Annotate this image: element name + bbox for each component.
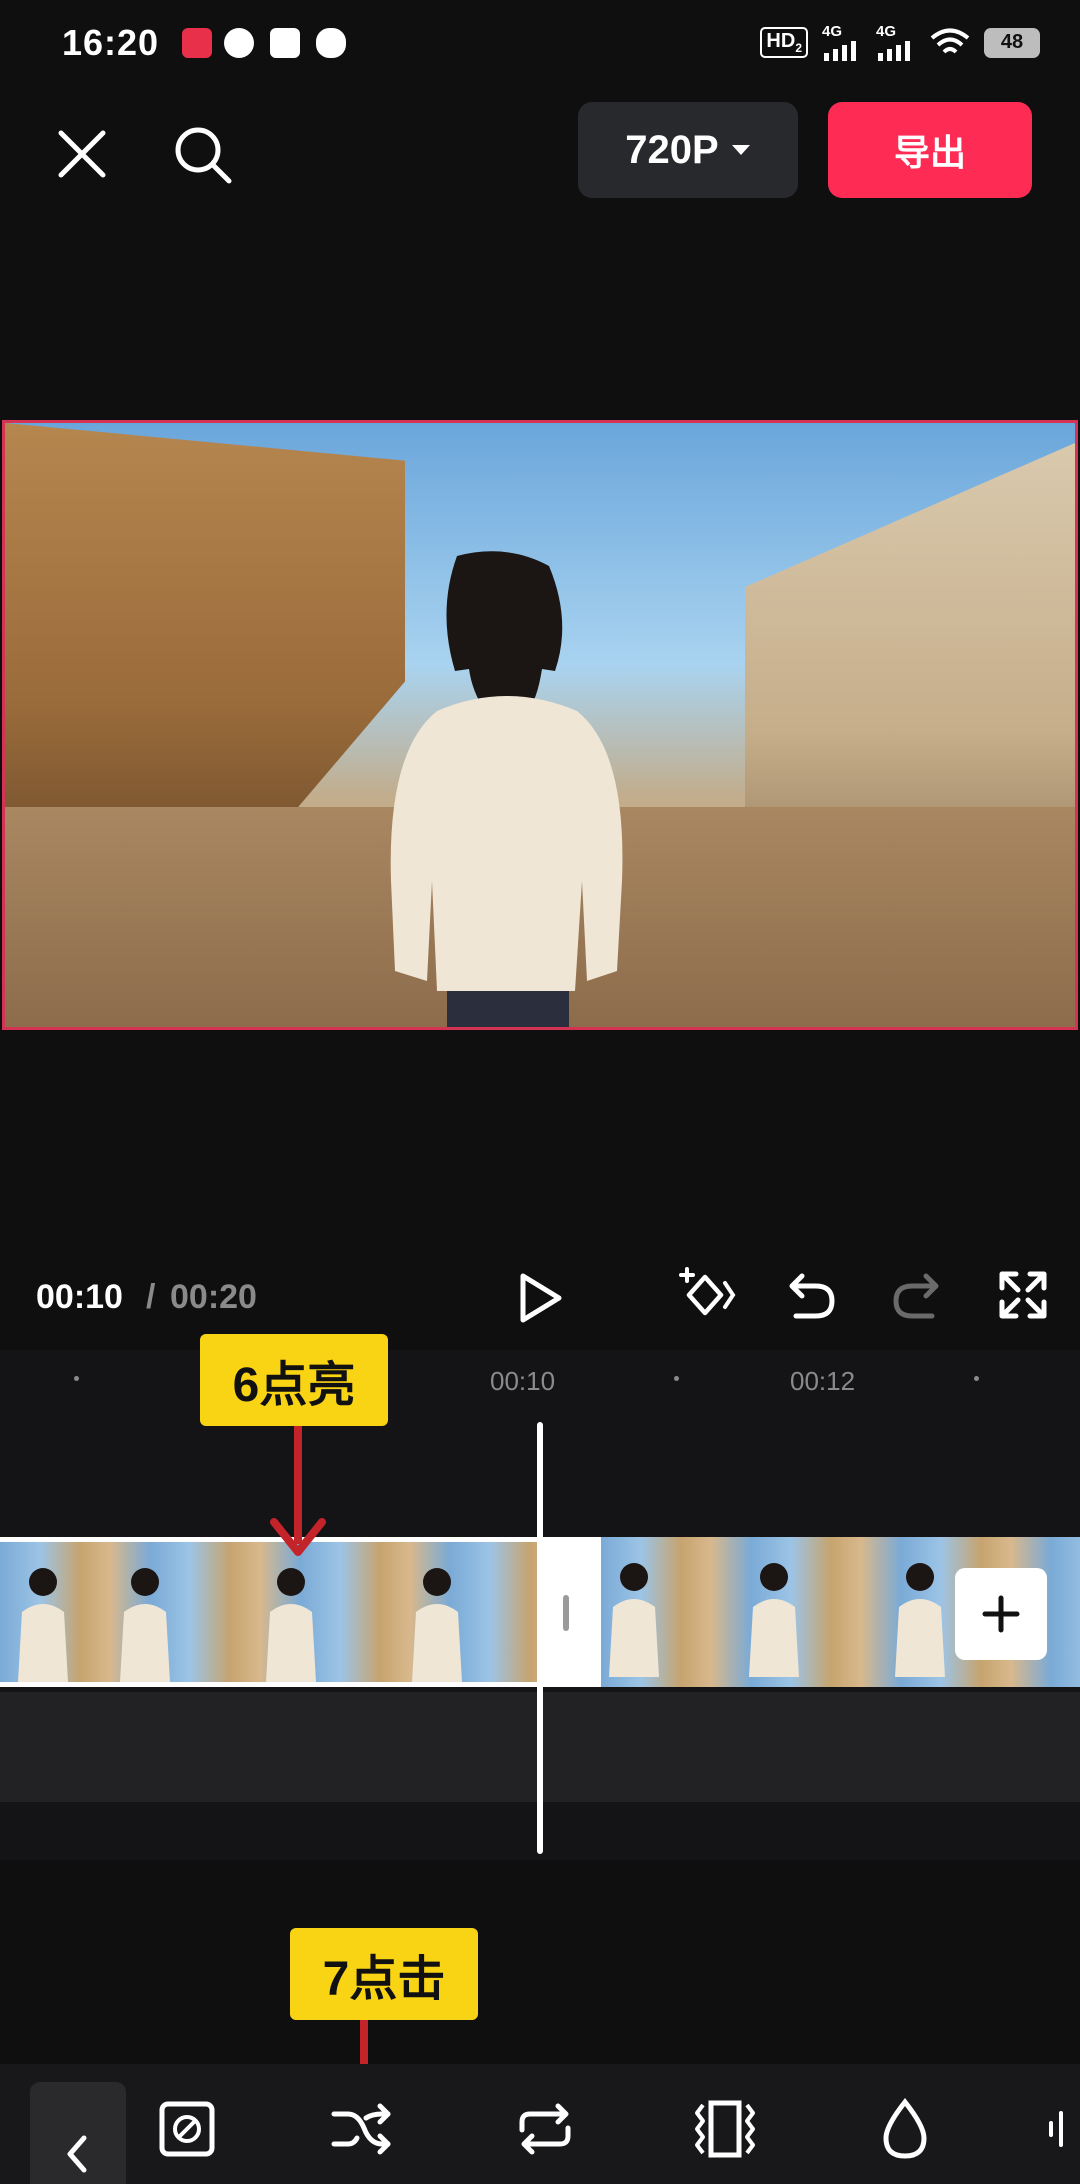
add-icon bbox=[982, 1595, 1020, 1633]
hd-badge: HD2 bbox=[760, 27, 808, 58]
redo-button[interactable] bbox=[884, 1262, 950, 1328]
scene-person bbox=[390, 551, 623, 1027]
drop-tool[interactable] bbox=[870, 2094, 940, 2164]
fullscreen-button[interactable] bbox=[990, 1262, 1056, 1328]
signal-label: 4G bbox=[822, 23, 843, 40]
ruler-dot bbox=[974, 1376, 979, 1381]
annotation-step7: 7点击 bbox=[290, 1928, 478, 2020]
stretch-icon bbox=[695, 2100, 755, 2158]
redo-icon bbox=[893, 1273, 939, 1319]
clip-thumbnail bbox=[258, 1552, 324, 1682]
shuffle-icon bbox=[331, 2103, 391, 2155]
back-button[interactable] bbox=[30, 2082, 126, 2184]
wifi-icon bbox=[930, 28, 970, 53]
playback-bar: 00:10 / 00:20 bbox=[0, 1250, 1080, 1340]
export-button[interactable]: 导出 bbox=[828, 102, 1032, 198]
close-icon bbox=[58, 130, 106, 178]
bottom-toolbar bbox=[0, 2064, 1080, 2184]
more-tool[interactable] bbox=[1040, 2094, 1080, 2164]
ruler-dot bbox=[74, 1376, 79, 1381]
annotation-arrow bbox=[270, 1426, 326, 1556]
shuffle-tool[interactable] bbox=[326, 2094, 396, 2164]
resolution-dropdown[interactable]: 720P bbox=[578, 102, 798, 198]
back-icon bbox=[67, 2135, 87, 2173]
editor-top-bar: 720P 导出 bbox=[0, 100, 1080, 200]
drop-icon bbox=[883, 2098, 927, 2159]
add-clip-button[interactable] bbox=[955, 1568, 1047, 1660]
battery-indicator: 48 bbox=[984, 27, 1040, 58]
app-notification-icon bbox=[224, 28, 254, 58]
signal-label: 4G bbox=[876, 23, 897, 40]
fullscreen-icon bbox=[999, 1271, 1047, 1319]
signal-bars-icon bbox=[878, 41, 910, 61]
signal-group-2: 4G bbox=[876, 24, 916, 61]
ruler-label: 00:10 bbox=[490, 1366, 556, 1396]
app-notification-icon bbox=[182, 28, 212, 58]
annotation-step6: 6点亮 bbox=[200, 1334, 388, 1426]
audio-wave-icon bbox=[1049, 2111, 1063, 2147]
close-button[interactable] bbox=[50, 122, 114, 186]
search-button[interactable] bbox=[168, 120, 238, 190]
clip-thumbnail bbox=[741, 1547, 807, 1677]
caret-down-icon bbox=[731, 145, 750, 155]
no-fill-tool[interactable] bbox=[152, 2094, 222, 2164]
status-indicators: HD2 4G 4G 48 bbox=[760, 24, 1040, 61]
signal-group-1: 4G bbox=[822, 24, 862, 61]
resolution-label: 720P bbox=[625, 127, 719, 172]
stretch-tool[interactable] bbox=[690, 2094, 760, 2164]
search-icon bbox=[175, 127, 232, 184]
signal-bars-icon bbox=[824, 41, 856, 61]
status-bar: 16:20 HD2 4G 4G 48 bbox=[0, 0, 1080, 90]
clip-thumbnail bbox=[10, 1552, 76, 1682]
clip-thumbnail bbox=[887, 1547, 953, 1677]
clip-thumbnail bbox=[601, 1547, 667, 1677]
play-icon bbox=[520, 1273, 562, 1323]
total-time: 00:20 bbox=[170, 1278, 257, 1316]
keyframe-icon bbox=[679, 1267, 736, 1316]
clip-thumbnail bbox=[404, 1552, 470, 1682]
video-preview[interactable] bbox=[2, 420, 1078, 1030]
time-separator: / bbox=[146, 1278, 156, 1316]
ruler-label: 00:12 bbox=[790, 1366, 856, 1396]
undo-icon bbox=[789, 1273, 835, 1319]
undo-button[interactable] bbox=[778, 1262, 844, 1328]
app-notification-icon bbox=[270, 28, 300, 58]
no-fill-icon bbox=[159, 2101, 215, 2157]
keyframe-button[interactable] bbox=[670, 1260, 740, 1330]
play-button[interactable] bbox=[510, 1268, 570, 1328]
status-time: 16:20 bbox=[62, 22, 160, 63]
clip-thumbnail bbox=[112, 1552, 178, 1682]
loop-tool[interactable] bbox=[510, 2094, 580, 2164]
ruler-dot bbox=[674, 1376, 679, 1381]
playhead[interactable] bbox=[537, 1422, 543, 1854]
wechat-icon bbox=[316, 28, 346, 58]
loop-icon bbox=[519, 2103, 571, 2155]
clip-trim-handle[interactable] bbox=[537, 1537, 601, 1687]
current-time: 00:10 bbox=[36, 1278, 123, 1316]
